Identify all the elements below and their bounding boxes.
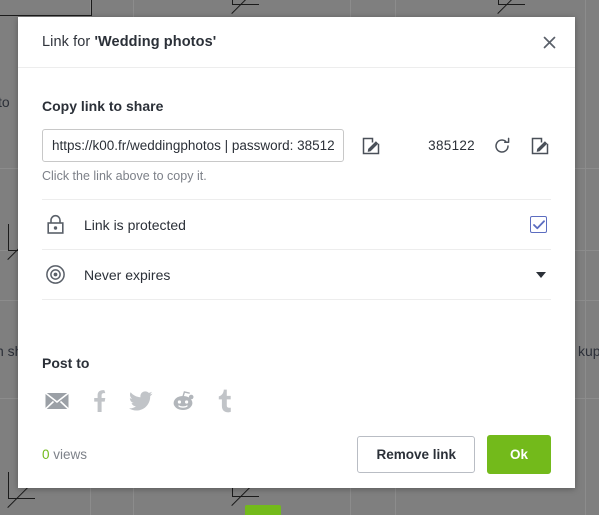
edit-link-icon[interactable] [360,135,382,157]
option-row-expiry[interactable]: Never expires [42,249,551,300]
backdrop-gridline [585,0,586,515]
option-row-protected[interactable]: Link is protected [42,199,551,249]
option-control-expiry [536,271,551,278]
dialog-title-prefix: Link for [42,34,95,50]
backdrop-card [0,0,92,16]
copy-link-heading: Copy link to share [42,98,164,114]
copy-hint: Click the link above to copy it. [42,169,207,183]
dialog-body: Copy link to share 385122 [18,98,575,415]
option-label-expiry: Never expires [84,266,171,283]
share-link-dialog: Link for 'Wedding photos' Copy link to s… [18,17,575,488]
lock-icon [42,214,68,235]
option-control-protected [530,216,551,233]
view-count: 0 views [42,447,87,462]
link-options: Link is protected Never expires [42,199,551,300]
facebook-icon[interactable] [84,387,114,415]
backdrop-text-topleft: to [0,94,10,110]
social-share-row [42,387,551,415]
link-row: 385122 [42,129,551,162]
expiry-icon [42,264,68,285]
email-icon[interactable] [42,387,72,415]
reddit-icon[interactable] [168,387,198,415]
close-icon[interactable] [537,30,561,54]
backdrop-green-chip [245,505,281,515]
dialog-title-target: 'Wedding photos' [94,34,217,50]
backdrop-page-corner [498,0,525,5]
chevron-down-icon[interactable] [536,271,546,278]
footer-actions: Remove link Ok [357,434,551,474]
twitter-icon[interactable] [126,387,156,415]
remove-link-button[interactable]: Remove link [357,435,475,473]
option-label-protected: Link is protected [84,216,186,233]
backdrop-text-right: kup [578,343,599,359]
ok-button[interactable]: Ok [486,434,551,474]
page-title: Link for 'Wedding photos' [42,34,216,50]
dialog-header: Link for 'Wedding photos' [18,17,575,68]
view-count-number: 0 [42,446,50,462]
backdrop-page-corner [232,0,259,5]
link-protected-checkbox[interactable] [530,216,547,233]
link-password: 385122 [428,138,475,153]
edit-password-icon[interactable] [529,135,551,157]
post-to-heading: Post to [42,355,90,371]
share-link-input[interactable] [42,129,345,162]
tumblr-icon[interactable] [210,387,240,415]
view-count-label: views [49,446,88,462]
dialog-footer: 0 views Remove link Ok [18,420,575,488]
refresh-icon[interactable] [491,135,513,157]
